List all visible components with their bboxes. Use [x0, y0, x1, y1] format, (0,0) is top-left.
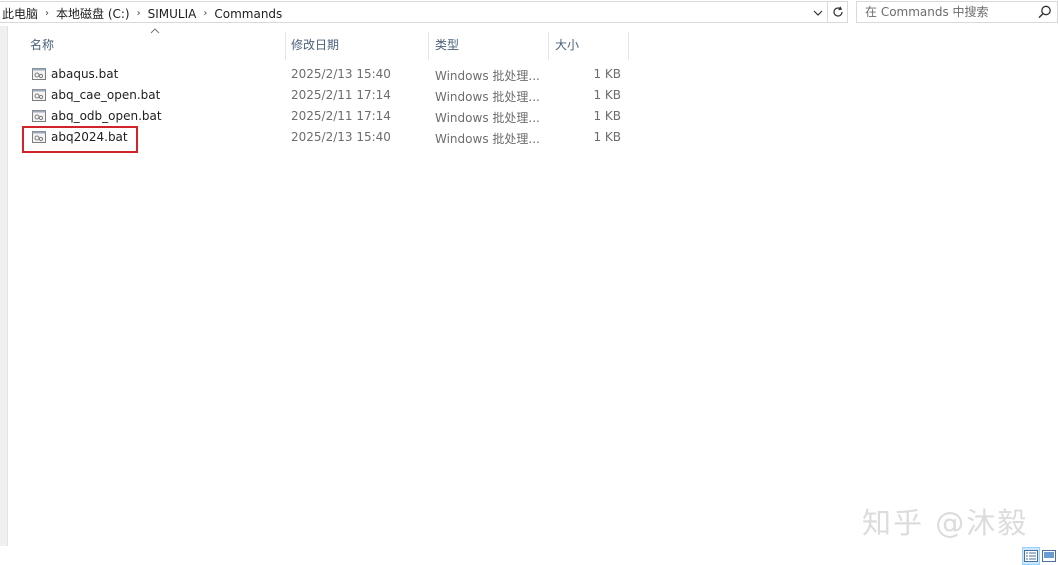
search-icon[interactable]: [1037, 4, 1053, 20]
column-divider[interactable]: [285, 32, 286, 60]
breadcrumb-simulia[interactable]: SIMULIA: [146, 7, 199, 21]
chevron-right-icon[interactable]: ›: [40, 8, 54, 19]
breadcrumb-commands[interactable]: Commands: [212, 7, 284, 21]
highlight-annotation-box: [22, 126, 138, 153]
file-row[interactable]: abq_odb_open.bat 2025/2/11 17:14 Windows…: [28, 106, 628, 127]
file-size: 1 KB: [593, 67, 621, 81]
view-mode-switcher: [1022, 547, 1059, 565]
refresh-icon[interactable]: [828, 1, 848, 23]
watermark-text: 知乎 @沐毅: [862, 506, 1029, 540]
file-size: 1 KB: [593, 130, 621, 144]
file-type: Windows 批处理...: [435, 90, 540, 104]
chevron-right-icon[interactable]: ›: [198, 8, 212, 19]
file-modified: 2025/2/13 15:40: [291, 130, 391, 144]
column-header-type[interactable]: 类型: [435, 36, 547, 56]
file-name[interactable]: abq_odb_open.bat: [51, 109, 162, 123]
column-header-name[interactable]: 名称: [30, 36, 283, 56]
chevron-right-icon[interactable]: ›: [132, 8, 146, 19]
file-type: Windows 批处理...: [435, 132, 540, 146]
file-modified: 2025/2/13 15:40: [291, 67, 391, 81]
file-modified: 2025/2/11 17:14: [291, 109, 391, 123]
file-name[interactable]: abq_cae_open.bat: [51, 88, 160, 102]
address-bar[interactable]: 此电脑 › 本地磁盘 (C:) › SIMULIA › Commands: [0, 1, 828, 23]
search-input[interactable]: [857, 2, 1033, 22]
file-row[interactable]: abaqus.bat 2025/2/13 15:40 Windows 批处理..…: [28, 64, 628, 85]
column-divider[interactable]: [428, 32, 429, 60]
column-header-modified[interactable]: 修改日期: [291, 36, 427, 56]
column-divider[interactable]: [548, 32, 549, 60]
large-icons-view-icon[interactable]: [1040, 547, 1058, 565]
breadcrumb-this-pc[interactable]: 此电脑: [0, 5, 40, 22]
file-row[interactable]: abq_cae_open.bat 2025/2/11 17:14 Windows…: [28, 85, 628, 106]
navigation-pane-edge[interactable]: [0, 26, 8, 546]
breadcrumb: 此电脑 › 本地磁盘 (C:) › SIMULIA › Commands: [0, 5, 284, 22]
file-type: Windows 批处理...: [435, 111, 540, 125]
details-view-icon[interactable]: [1022, 547, 1040, 565]
file-name[interactable]: abaqus.bat: [51, 67, 118, 81]
file-size: 1 KB: [593, 88, 621, 102]
batch-file-icon: [31, 108, 47, 124]
batch-file-icon: [31, 66, 47, 82]
column-header-size[interactable]: 大小: [555, 36, 627, 56]
column-divider[interactable]: [628, 32, 629, 60]
batch-file-icon: [31, 87, 47, 103]
file-size: 1 KB: [593, 109, 621, 123]
file-type: Windows 批处理...: [435, 69, 540, 83]
address-history-dropdown-icon[interactable]: [808, 3, 827, 23]
search-box[interactable]: [856, 1, 1058, 23]
breadcrumb-local-disk[interactable]: 本地磁盘 (C:): [54, 5, 132, 22]
file-modified: 2025/2/11 17:14: [291, 88, 391, 102]
